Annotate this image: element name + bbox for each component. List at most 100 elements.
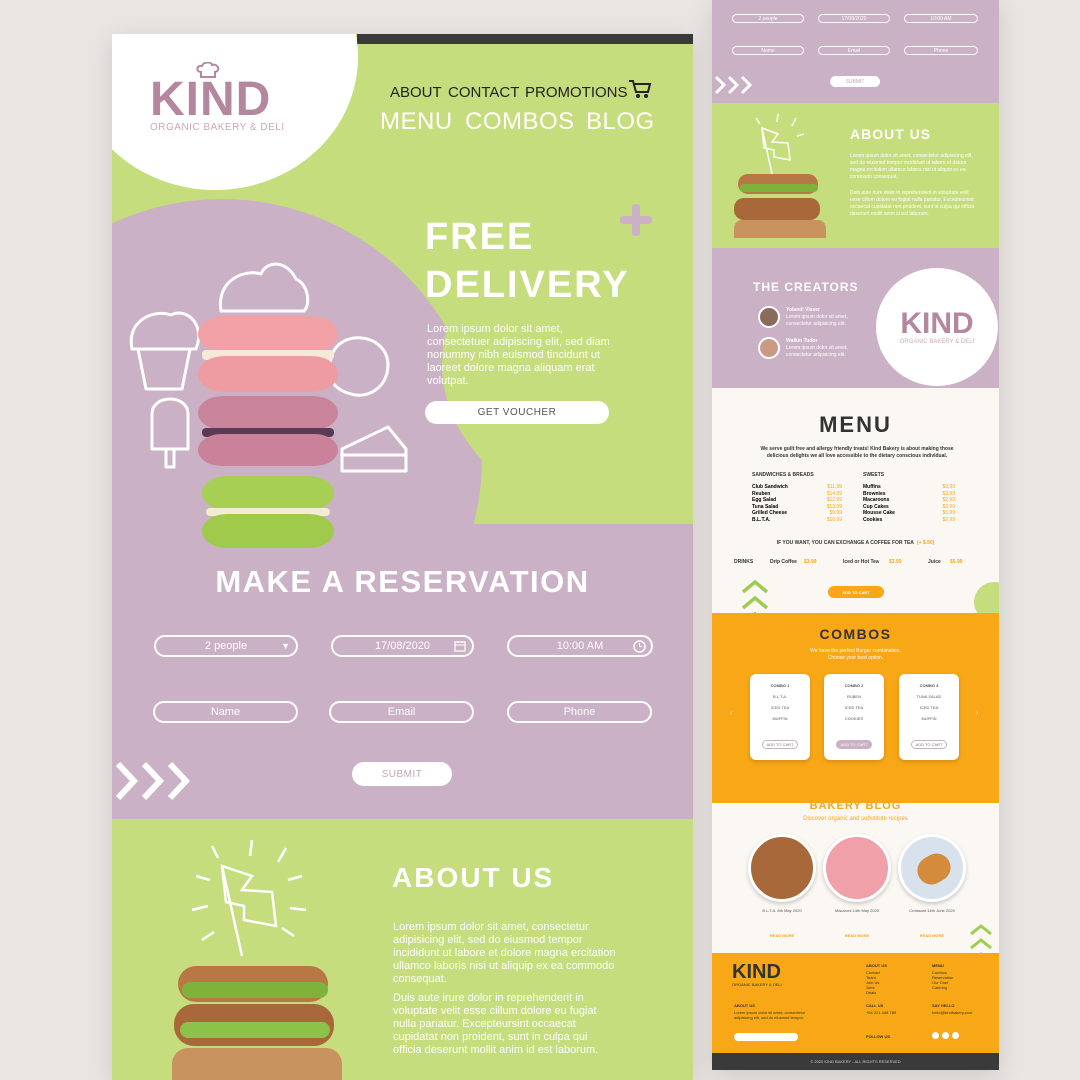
creators-title: THE CREATORS (753, 280, 859, 294)
time-field[interactable]: 10:00 AM (507, 635, 653, 657)
macaron-green-top (202, 476, 334, 510)
sandwiches-list: Club Sandwich $11.99 Reuben $14.99 Egg Sal… (752, 484, 842, 524)
creators-logo-wordmark: KIND (900, 307, 974, 340)
chef-hat-icon (196, 62, 220, 78)
sweets-heading: SWEETS (863, 472, 885, 478)
blog-photo-sandwich[interactable] (748, 834, 816, 902)
nav-promotions[interactable]: PROMOTIONS (525, 84, 628, 101)
phone-input[interactable]: Phone (507, 701, 652, 723)
newsletter-input[interactable] (734, 1033, 798, 1041)
menu-item: B.L.T.A. $10.99 (752, 516, 842, 523)
menu-item: Grilled Cheese $9.99 (752, 510, 842, 517)
clock-icon (633, 639, 646, 653)
muffin-doodle (129, 311, 201, 391)
time-value: 10:00 AM (556, 640, 604, 652)
dropdown-arrow-icon: ▼ (281, 641, 290, 651)
exchange-text: IF YOU WANT, YOU CAN EXCHANGE A COFFEE F… (776, 540, 914, 546)
menu-item: Tuna Salad $13.99 (752, 503, 842, 510)
chevrons-decoration (115, 761, 191, 801)
cart-icon[interactable] (628, 78, 652, 100)
drink-3-price: $5.99 (950, 559, 963, 565)
drink-2-price: $3.99 (889, 559, 902, 565)
combo-1-cart-button[interactable]: ADD TO CART (762, 740, 798, 749)
blog-read-more-1[interactable]: READ MORE (748, 933, 816, 938)
sandwiches-heading: SANDWICHES & BREADS (752, 472, 814, 478)
combos-next-arrow[interactable]: › (976, 710, 978, 717)
combos-subtitle-2: Choose your best option. (827, 655, 884, 661)
full-page-mockup: 2 people 17/08/2020 10:00 AM Name Email … (712, 0, 999, 1070)
instagram-icon[interactable] (932, 1032, 939, 1039)
twitter-icon[interactable] (952, 1032, 959, 1039)
submit-button[interactable]: SUBMIT (352, 762, 452, 786)
email-input[interactable]: Email (329, 701, 474, 723)
footer-link[interactable]: Catering (932, 985, 953, 990)
date-value: 17/08/2020 (374, 640, 431, 652)
menu-item: Reuben $14.99 (752, 490, 842, 497)
right-name-input[interactable]: Name (732, 46, 804, 55)
nav-about[interactable]: ABOUT (390, 84, 442, 101)
blog-read-more-2[interactable]: READ MORE (823, 933, 891, 938)
blog-photo-macaron[interactable] (823, 834, 891, 902)
date-field[interactable]: 17/08/2020 (331, 635, 474, 657)
exchange-price: (+ $.50) (916, 540, 935, 546)
footer-logo[interactable]: KIND ORGANIC BAKERY & DELI (732, 962, 782, 987)
creators-logo-tagline: ORGANIC BAKERY & DELI (899, 339, 975, 345)
combos-prev-arrow[interactable]: ‹ (730, 710, 732, 717)
right-time-field[interactable]: 10:00 AM (904, 14, 978, 23)
right-people-select[interactable]: 2 people (732, 14, 804, 23)
macaron-photo (198, 316, 338, 556)
combo-card-3[interactable]: COMBO 3 TUNA SALAD ICED TEA MUFFIN ADD T… (899, 674, 959, 760)
blog-title: BAKERY BLOG (809, 800, 902, 812)
menu-intro: We serve guilt free and allergy friendly… (760, 446, 954, 459)
nav-contact[interactable]: CONTACT (448, 84, 519, 101)
macaron-pink-top (198, 316, 338, 352)
footer-call-us: CALL US (866, 1003, 884, 1008)
footer-menu-col: MENU (932, 963, 944, 968)
macaron-berry-bottom (198, 434, 338, 466)
right-chevrons (714, 75, 753, 95)
menu-item: Egg Salad $12.99 (752, 497, 842, 504)
facebook-icon[interactable] (942, 1032, 949, 1039)
blog-caption-3: Croissant 14th June 2020 (909, 908, 955, 913)
creator-1-name: Yolandi Visser (786, 307, 820, 313)
footer-menu-links: Combos Reservation Our Chef Catering (932, 970, 953, 990)
plus-icon (632, 204, 640, 236)
blog-photo-croissant[interactable] (898, 834, 966, 902)
blog-read-more-3[interactable]: READ MORE (898, 933, 966, 938)
blog-caption-1: B.L.T.A. 8th May 2020 (762, 908, 802, 913)
blog-caption-2: Macaroni 14th May 2020 (834, 908, 880, 913)
combo-3-cart-button[interactable]: ADD TO CART (911, 740, 947, 749)
right-sandwich-photo (734, 170, 826, 238)
footer-email[interactable]: hello@kindbakery.com (932, 1010, 972, 1015)
top-bar (357, 34, 693, 44)
combo-card-2[interactable]: COMBO 2 RUBEN ICED TEA COOKIES ADD TO CA… (824, 674, 884, 760)
combo-card-1[interactable]: COMBO 1 B.L.T.A. ICED TEA MUFFIN ADD TO … (750, 674, 810, 760)
nav-blog[interactable]: BLOG (586, 108, 655, 136)
right-submit-button[interactable]: SUBMIT (830, 76, 880, 87)
people-select[interactable]: 2 people ▼ (154, 635, 298, 657)
people-value: 2 people (204, 640, 248, 652)
name-input[interactable]: Name (153, 701, 298, 723)
creator-2-bio: Lorem ipsum dolor sit amet, consectetur … (786, 345, 848, 358)
nav-combos[interactable]: COMBOS (465, 108, 575, 136)
logo[interactable]: KIND ORGANIC BAKERY & DELI (150, 62, 290, 133)
logo-tagline: ORGANIC BAKERY & DELI (150, 122, 285, 133)
footer-follow-us: FOLLOW US (866, 1034, 890, 1039)
right-date-field[interactable]: 17/08/2020 (818, 14, 890, 23)
reservation-title: MAKE A RESERVATION (215, 564, 590, 599)
get-voucher-button[interactable]: GET VOUCHER (425, 401, 609, 424)
footer-link[interactable]: Deals (866, 990, 880, 995)
right-phone-input[interactable]: Phone (904, 46, 978, 55)
nav-menu[interactable]: MENU (380, 108, 453, 136)
add-to-cart-button[interactable]: ADD TO CART (828, 586, 884, 598)
menu-item: Macaroons $2.99 (863, 497, 955, 504)
drinks-label: DRINKS (734, 559, 754, 565)
copyright-bar: © 2020 KIND BAKERY - ALL RIGHTS RESERVED (712, 1053, 999, 1070)
menu-item: Club Sandwich $11.99 (752, 484, 842, 490)
footer-phone[interactable]: +54 221 448 789 (866, 1010, 896, 1015)
flag-doodle (191, 839, 307, 957)
right-email-input[interactable]: Email (818, 46, 890, 55)
calendar-icon (454, 641, 466, 652)
combo-2-cart-button[interactable]: ADD TO CART (836, 740, 872, 749)
menu-item: Cup Cakes $3.99 (863, 503, 955, 510)
